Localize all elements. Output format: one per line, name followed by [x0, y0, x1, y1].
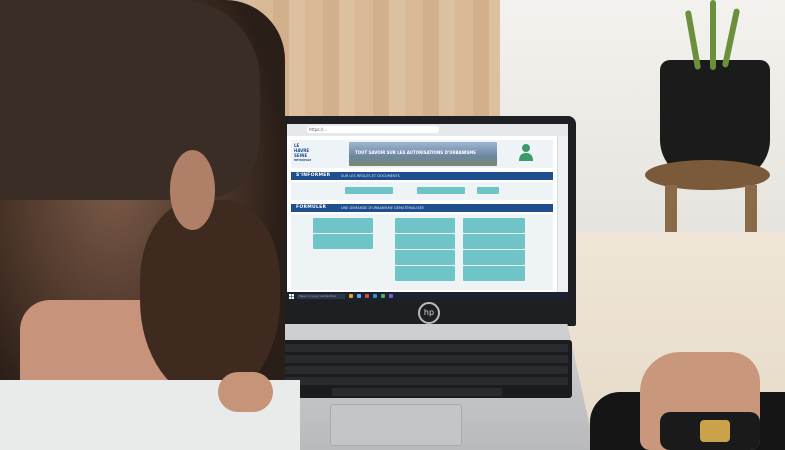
- browser-icon[interactable]: [357, 294, 361, 298]
- site-logo[interactable]: LE HAVRE SEINE MÉTROPOLE: [294, 143, 320, 165]
- request-tile[interactable]: [395, 234, 455, 249]
- windows-start-icon[interactable]: [289, 293, 294, 299]
- taskbar-search[interactable]: Taper ici pour rechercher: [297, 293, 345, 299]
- inform-button[interactable]: [477, 187, 499, 194]
- folder-icon[interactable]: [349, 294, 353, 298]
- laptop-screen: https://... LE HAVRE SEINE MÉTROPOLE TOU…: [287, 124, 568, 300]
- hero-banner: TOUT SAVOIR SUR LES AUTORISATIONS D'URBA…: [349, 142, 497, 166]
- logo-text: MÉTROPOLE: [294, 159, 312, 162]
- request-tile[interactable]: [313, 218, 373, 233]
- watch-face: [700, 420, 730, 442]
- spacebar: [332, 388, 502, 396]
- request-tile[interactable]: [463, 250, 525, 265]
- page-header: LE HAVRE SEINE MÉTROPOLE TOUT SAVOIR SUR…: [291, 140, 553, 168]
- plant-leaf: [710, 0, 716, 70]
- key-row: [276, 355, 568, 363]
- web-page: LE HAVRE SEINE MÉTROPOLE TOUT SAVOIR SUR…: [287, 136, 557, 292]
- ear: [170, 150, 215, 230]
- app-icon[interactable]: [381, 294, 385, 298]
- section-subtitle: UNE DEMANDE D'URBANISME DÉMATÉRIALISÉE: [341, 205, 425, 210]
- user-icon[interactable]: [518, 143, 534, 161]
- app-icon[interactable]: [365, 294, 369, 298]
- request-tile[interactable]: [395, 250, 455, 265]
- touchpad: [330, 404, 462, 446]
- section-subtitle: SUR LES RÈGLES ET DOCUMENTS: [341, 173, 400, 178]
- browser-sidebar: [557, 136, 568, 300]
- inform-button[interactable]: [345, 187, 393, 194]
- app-icon[interactable]: [389, 294, 393, 298]
- hair: [0, 0, 260, 200]
- request-tile[interactable]: [395, 266, 455, 281]
- request-tile[interactable]: [313, 234, 373, 249]
- inform-button[interactable]: [417, 187, 465, 194]
- app-icon[interactable]: [373, 294, 377, 298]
- key-row: [276, 366, 568, 374]
- beard: [140, 200, 280, 400]
- key-row: [276, 377, 568, 385]
- banner-title: TOUT SAVOIR SUR LES AUTORISATIONS D'URBA…: [355, 150, 477, 155]
- section-header-formulate: FORMULER UNE DEMANDE D'URBANISME DÉMATÉR…: [291, 204, 553, 212]
- request-tile[interactable]: [463, 218, 525, 233]
- inform-buttons: [291, 182, 553, 200]
- request-tiles: [291, 214, 553, 290]
- photo-scene: https://... LE HAVRE SEINE MÉTROPOLE TOU…: [0, 0, 785, 450]
- request-tile[interactable]: [463, 234, 525, 249]
- key-row: [276, 344, 568, 352]
- section-header-inform: S'INFORMER SUR LES RÈGLES ET DOCUMENTS: [291, 172, 553, 180]
- section-title: S'INFORMER: [296, 173, 331, 178]
- keyboard: [272, 340, 572, 398]
- section-title: FORMULER: [296, 205, 327, 210]
- windows-taskbar: Taper ici pour rechercher: [287, 292, 568, 300]
- hp-logo: hp: [418, 302, 440, 324]
- request-tile[interactable]: [395, 218, 455, 233]
- address-bar[interactable]: https://...: [307, 126, 439, 133]
- request-tile[interactable]: [463, 266, 525, 281]
- left-hand: [218, 372, 273, 412]
